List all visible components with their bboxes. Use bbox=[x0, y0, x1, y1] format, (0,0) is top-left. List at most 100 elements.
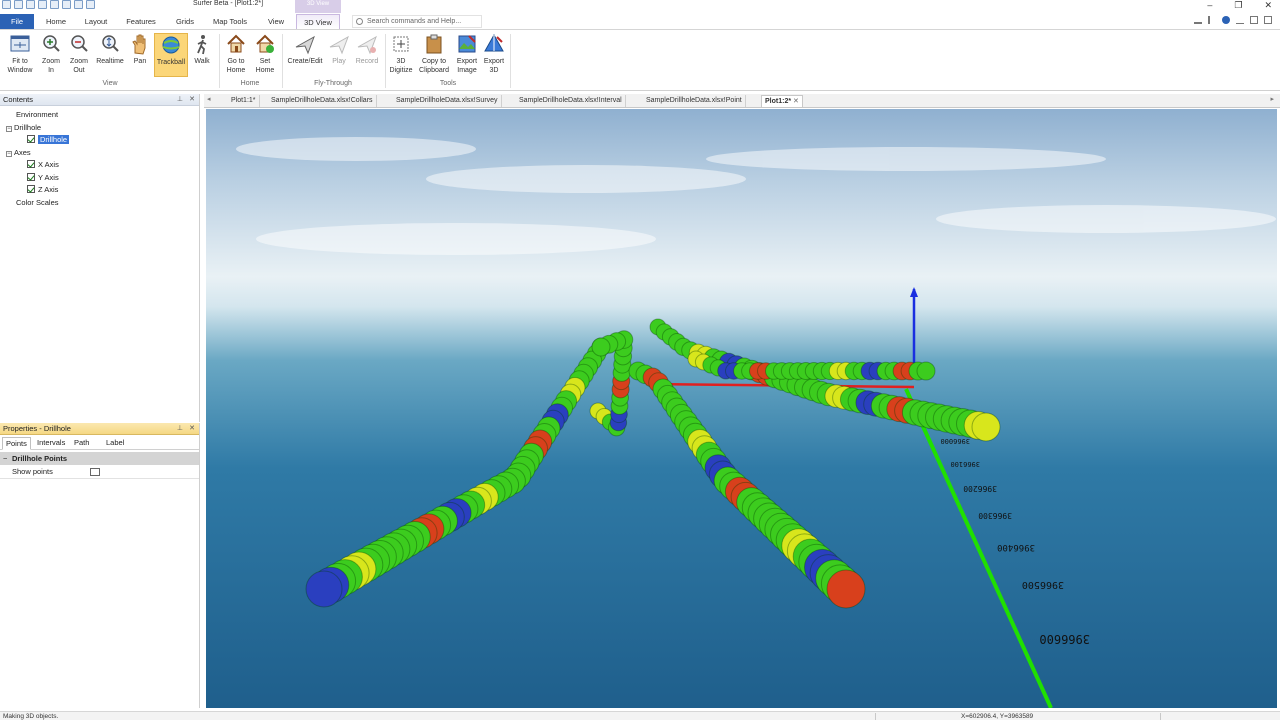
copy-label-2: Clipboard bbox=[419, 67, 449, 74]
pan-button[interactable]: Pan bbox=[128, 33, 152, 66]
tab-scroll-right-icon[interactable]: ▸ bbox=[1270, 95, 1274, 103]
tab-view[interactable]: View bbox=[262, 14, 290, 29]
minimize-icon[interactable]: – bbox=[1207, 0, 1212, 11]
doc-tab-interval[interactable]: SampleDrillholeData.xlsx!Interval bbox=[516, 95, 626, 107]
contents-title: Contents bbox=[3, 95, 34, 104]
property-row-show-points: Show points bbox=[0, 465, 199, 479]
minimize-ribbon-icon[interactable] bbox=[1236, 16, 1244, 24]
tree-item-environment[interactable]: Environment bbox=[16, 109, 58, 120]
visibility-checkbox[interactable] bbox=[27, 135, 35, 143]
doc-tab-collars[interactable]: SampleDrillholeData.xlsx!Collars bbox=[268, 95, 377, 107]
zoom-out-button[interactable]: Zoom Out bbox=[66, 33, 92, 75]
tab-3d-view[interactable]: 3D View bbox=[296, 14, 340, 29]
tab-intervals[interactable]: Intervals bbox=[34, 437, 68, 448]
tab-home[interactable]: Home bbox=[40, 14, 72, 29]
title-bar: 3D View Surfer Beta - [Plot1:2*] – ❐ ✕ bbox=[0, 0, 1280, 13]
drillhole-segment bbox=[916, 361, 936, 381]
visibility-checkbox[interactable] bbox=[27, 160, 35, 168]
zoomin-label-2: In bbox=[48, 67, 54, 74]
group-separator bbox=[385, 34, 386, 88]
tree-item-color-scales[interactable]: Color Scales bbox=[16, 197, 59, 208]
export-3d-label-1: Export bbox=[483, 58, 505, 65]
set-home-button[interactable]: Set Home bbox=[251, 33, 279, 75]
tab-path[interactable]: Path bbox=[71, 437, 92, 448]
home-small-icon[interactable] bbox=[1194, 16, 1202, 24]
drillhole-segment bbox=[826, 569, 866, 609]
walk-button[interactable]: Walk bbox=[190, 33, 214, 66]
tab-grids[interactable]: Grids bbox=[170, 14, 200, 29]
close-icon[interactable]: ✕ bbox=[1264, 0, 1272, 11]
status-separator bbox=[1160, 713, 1161, 720]
redo-icon[interactable] bbox=[86, 0, 95, 9]
new-icon[interactable] bbox=[14, 0, 23, 9]
drillhole-segment bbox=[591, 337, 611, 357]
play-label: Play bbox=[332, 58, 346, 65]
save-icon[interactable] bbox=[38, 0, 47, 9]
tree-item-axes[interactable]: − Axes bbox=[6, 147, 31, 158]
tree-item-x-axis[interactable]: X Axis bbox=[27, 159, 59, 170]
zoomin-label-1: Zoom bbox=[42, 58, 60, 65]
app-icon[interactable] bbox=[2, 0, 11, 9]
drillhole-segment bbox=[971, 412, 1001, 442]
tab-map-tools[interactable]: Map Tools bbox=[208, 14, 252, 29]
doc-tab-plot1-1[interactable]: Plot1:1* bbox=[228, 95, 260, 107]
go-to-home-button[interactable]: Go to Home bbox=[222, 33, 250, 75]
close-panel-icon[interactable]: ✕ bbox=[189, 94, 195, 106]
copy-to-clipboard-button[interactable]: Copy to Clipboard bbox=[416, 33, 452, 75]
export-3d-button[interactable]: Export 3D bbox=[482, 33, 506, 75]
visibility-checkbox[interactable] bbox=[27, 185, 35, 193]
doc-tab-plot1-2[interactable]: Plot1:2* ✕ bbox=[761, 95, 803, 107]
show-points-checkbox[interactable] bbox=[90, 468, 100, 476]
restore-icon[interactable]: ❐ bbox=[1234, 0, 1242, 11]
restore-doc-icon[interactable] bbox=[1250, 16, 1258, 24]
contextual-tab-header: 3D View bbox=[295, 0, 341, 13]
record-button[interactable]: Record bbox=[353, 33, 381, 66]
save-all-icon[interactable] bbox=[50, 0, 59, 9]
tab-layout[interactable]: Layout bbox=[80, 14, 112, 29]
status-bar: Making 3D objects. X=602906.4, Y=3963589 bbox=[0, 711, 1280, 720]
visibility-checkbox[interactable] bbox=[27, 173, 35, 181]
3d-view-canvas[interactable]: 3966000 3966100 3966200 3966300 3966400 … bbox=[206, 109, 1277, 708]
close-panel-icon[interactable]: ✕ bbox=[189, 423, 195, 435]
close-tab-icon[interactable]: ✕ bbox=[793, 98, 799, 105]
close-doc-icon[interactable] bbox=[62, 0, 71, 9]
doc-tab-point[interactable]: SampleDrillholeData.xlsx!Point bbox=[643, 95, 746, 107]
3d-digitize-button[interactable]: 3D Digitize bbox=[387, 33, 415, 75]
doc-tab-survey[interactable]: SampleDrillholeData.xlsx!Survey bbox=[393, 95, 502, 107]
close-doc-window-icon[interactable] bbox=[1264, 16, 1272, 24]
tree-item-y-axis[interactable]: Y Axis bbox=[27, 172, 59, 183]
export-image-button[interactable]: Export Image bbox=[453, 33, 481, 75]
fit-label-2: Window bbox=[7, 67, 33, 74]
zoom-in-button[interactable]: Zoom In bbox=[38, 33, 64, 75]
export-3d-icon bbox=[484, 33, 504, 52]
fit-to-window-button[interactable]: Fit to Window bbox=[4, 33, 36, 75]
ribbon: Fit to Window Zoom In Zoom Out Realtime … bbox=[0, 30, 1280, 91]
search-box[interactable]: Search commands and Help... bbox=[352, 15, 482, 28]
y-axis-tick-label: 3966300 bbox=[978, 511, 1012, 520]
tab-features[interactable]: Features bbox=[122, 14, 160, 29]
tree-label: Y Axis bbox=[38, 173, 59, 182]
flag-icon[interactable] bbox=[1208, 16, 1216, 24]
trackball-button[interactable]: Trackball bbox=[154, 33, 188, 77]
open-icon[interactable] bbox=[26, 0, 35, 9]
tree-item-drillhole-group[interactable]: − Drillhole bbox=[6, 122, 41, 133]
tab-file[interactable]: File bbox=[0, 14, 34, 29]
collapse-icon[interactable]: − bbox=[6, 126, 12, 132]
play-button[interactable]: Play bbox=[328, 33, 350, 66]
tree-item-z-axis[interactable]: Z Axis bbox=[27, 184, 58, 195]
create-edit-button[interactable]: Create/Edit bbox=[284, 33, 326, 66]
pin-icon[interactable]: ⊥ bbox=[177, 423, 183, 435]
sky-sea-background bbox=[206, 109, 1277, 708]
collapse-icon[interactable]: − bbox=[6, 151, 12, 157]
3d-scene[interactable]: 3966000 3966100 3966200 3966300 3966400 … bbox=[206, 109, 1277, 708]
undo-icon[interactable] bbox=[74, 0, 83, 9]
tab-scroll-left-icon[interactable]: ◂ bbox=[207, 95, 211, 103]
tab-points[interactable]: Points bbox=[2, 437, 31, 450]
search-placeholder: Search commands and Help... bbox=[367, 18, 462, 25]
section-drillhole-points[interactable]: Drillhole Points bbox=[0, 452, 199, 465]
realtime-button[interactable]: Realtime bbox=[94, 33, 126, 66]
help-icon[interactable] bbox=[1222, 16, 1230, 24]
tab-label[interactable]: Label bbox=[103, 437, 127, 448]
tree-item-drillhole[interactable]: Drillhole bbox=[27, 134, 70, 145]
pin-icon[interactable]: ⊥ bbox=[177, 94, 183, 106]
